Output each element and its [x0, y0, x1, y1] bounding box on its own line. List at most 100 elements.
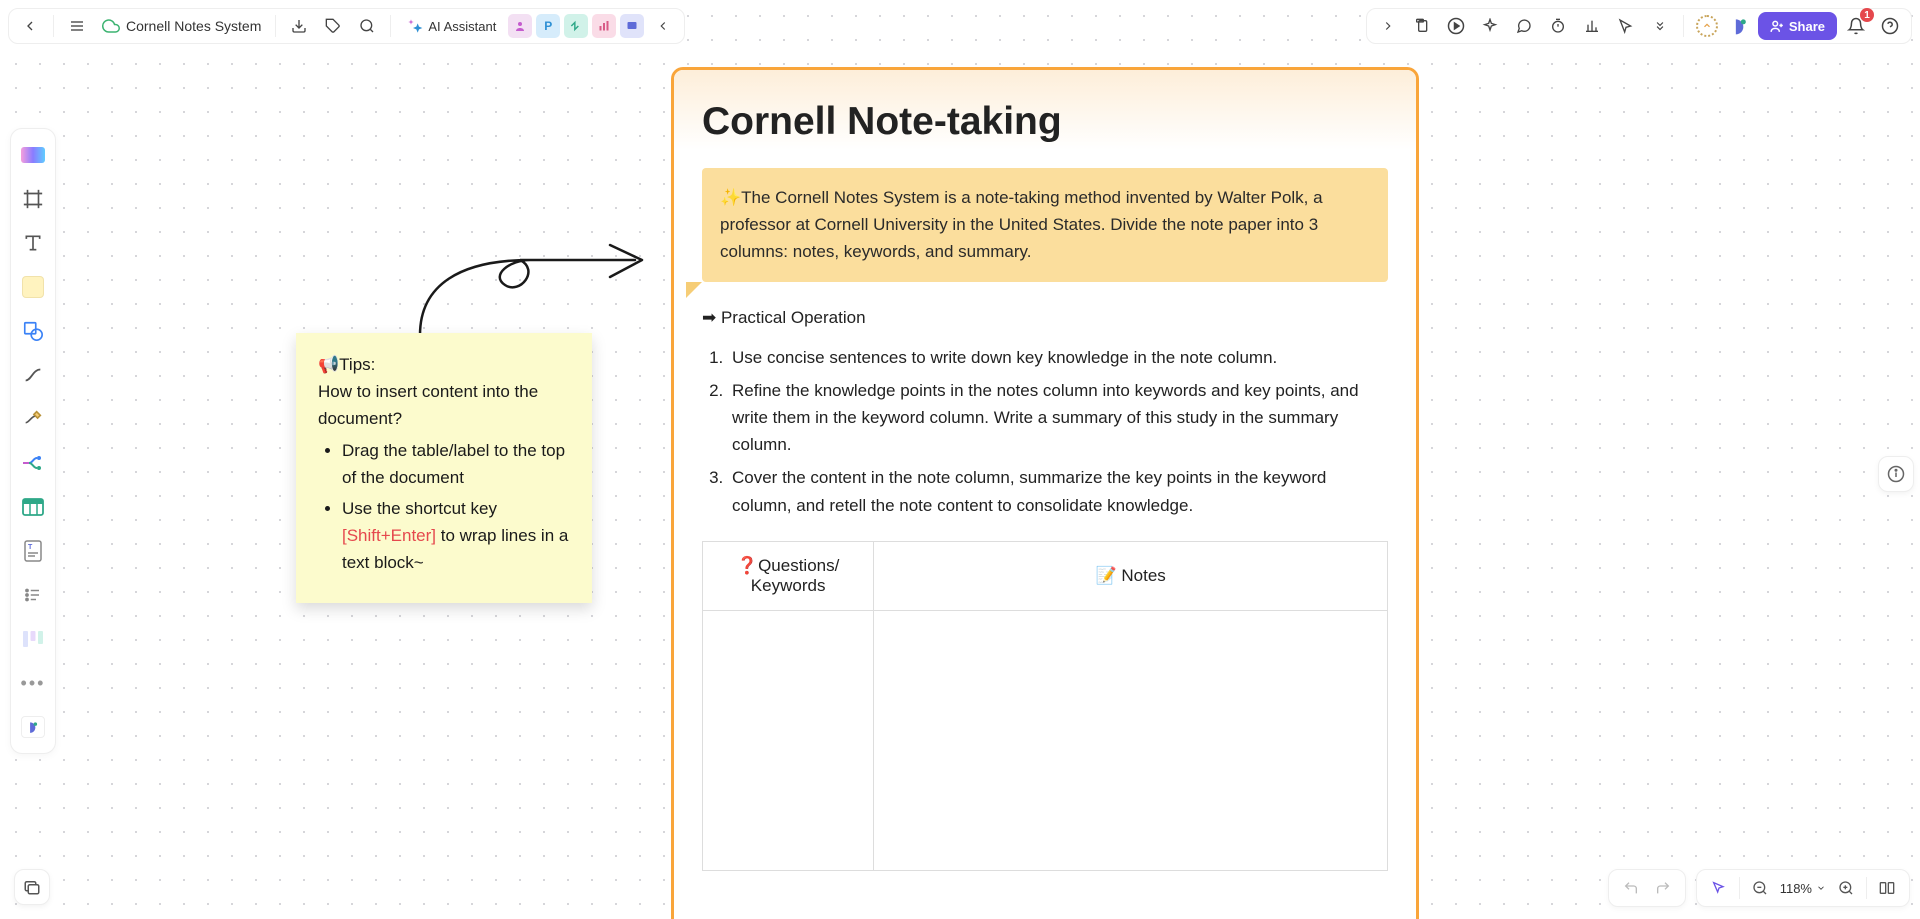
timer-icon [1550, 18, 1566, 34]
search-button[interactable] [352, 11, 382, 41]
boardmix-logo-icon [1730, 16, 1750, 36]
document-tool[interactable]: T [15, 533, 51, 569]
spark-button[interactable] [1475, 11, 1505, 41]
undo-icon [1623, 880, 1639, 896]
tips-sticky-note[interactable]: 📢Tips: How to insert content into the do… [296, 333, 592, 603]
table-icon [22, 498, 44, 516]
comment-button[interactable] [1509, 11, 1539, 41]
zoom-group: 118% [1696, 869, 1910, 907]
sticky-note-tool[interactable] [15, 269, 51, 305]
table-cell-questions[interactable] [703, 610, 874, 870]
frame-tool[interactable] [15, 181, 51, 217]
pointer-mode-button[interactable] [1703, 872, 1735, 904]
help-circle-icon [1881, 17, 1899, 35]
share-label: Share [1789, 19, 1825, 34]
badge-person[interactable] [508, 14, 532, 38]
table-header-questions[interactable]: ❓Questions/ Keywords [703, 541, 874, 610]
pen-tool[interactable] [15, 401, 51, 437]
top-toolbar-right: Share 1 [1366, 8, 1912, 44]
zoom-percent[interactable]: 118% [1776, 881, 1830, 896]
expand-right-button[interactable] [1373, 11, 1403, 41]
mindmap-tool[interactable] [15, 445, 51, 481]
back-button[interactable] [15, 11, 45, 41]
info-circle-icon [1887, 465, 1905, 483]
boardmix-icon [21, 716, 45, 738]
timer-button[interactable] [1543, 11, 1573, 41]
redo-button[interactable] [1647, 872, 1679, 904]
templates-tool[interactable] [15, 137, 51, 173]
table-header-notes[interactable]: 📝 Notes [874, 541, 1388, 610]
download-icon [291, 18, 307, 34]
list-tool[interactable] [15, 577, 51, 613]
chevron-left-small-icon [656, 19, 670, 33]
section-label: ➡ Practical Operation [702, 308, 1388, 328]
double-chevron-icon [1653, 19, 1667, 33]
callout-box: ✨The Cornell Notes System is a note-taki… [702, 168, 1388, 282]
ai-assistant-button[interactable]: AI Assistant [399, 11, 504, 41]
mindmap-icon [21, 455, 45, 471]
spark-icon [1482, 18, 1498, 34]
list-icon [23, 586, 43, 604]
collapse-left-button[interactable] [648, 11, 678, 41]
tag-button[interactable] [318, 11, 348, 41]
cloud-sync-icon [102, 17, 120, 35]
text-icon [23, 233, 43, 253]
shape-icon [22, 320, 44, 342]
badge-p[interactable]: P [536, 14, 560, 38]
document-content: Cornell Note-taking ✨The Cornell Notes S… [702, 100, 1388, 871]
zoom-in-button[interactable] [1830, 872, 1862, 904]
badge-chat[interactable] [620, 14, 644, 38]
minimap-button[interactable] [1871, 872, 1903, 904]
connector-tool[interactable] [15, 357, 51, 393]
more-collapse-button[interactable] [1645, 11, 1675, 41]
chevron-down-icon [1816, 883, 1826, 893]
shape-tool[interactable] [15, 313, 51, 349]
logo-button[interactable] [1726, 11, 1754, 41]
bottom-right-controls: 118% [1608, 869, 1910, 907]
boardmix-tool[interactable] [15, 709, 51, 745]
notifications-button[interactable]: 1 [1841, 11, 1871, 41]
main-document-card[interactable]: Cornell Note-taking ✨The Cornell Notes S… [671, 67, 1419, 919]
more-tools[interactable]: ••• [15, 665, 51, 701]
frame-icon [22, 188, 44, 210]
share-person-icon [1770, 19, 1784, 33]
zoom-out-button[interactable] [1744, 872, 1776, 904]
kanban-icon [22, 630, 44, 648]
svg-text:T: T [28, 544, 33, 551]
history-group [1608, 869, 1686, 907]
info-float-button[interactable] [1878, 456, 1914, 492]
upgrade-button[interactable] [1692, 11, 1722, 41]
redo-icon [1655, 880, 1671, 896]
share-button[interactable]: Share [1758, 12, 1837, 40]
minimap-icon [1878, 880, 1896, 896]
menu-button[interactable] [62, 11, 92, 41]
play-button[interactable] [1441, 11, 1471, 41]
layers-button[interactable] [14, 869, 50, 905]
table-cell-notes[interactable] [874, 610, 1388, 870]
templates-icon [21, 147, 45, 163]
document-title[interactable]: Cornell Notes System [96, 17, 267, 35]
download-button[interactable] [284, 11, 314, 41]
pointer-icon [1711, 880, 1727, 896]
cornell-table[interactable]: ❓Questions/ Keywords 📝 Notes [702, 541, 1388, 871]
vote-button[interactable] [1577, 11, 1607, 41]
comment-icon [1516, 18, 1532, 34]
sticky-subtitle: How to insert content into the document? [318, 378, 570, 432]
undo-button[interactable] [1615, 872, 1647, 904]
sticky-bullet-2: Use the shortcut key [Shift+Enter] to wr… [342, 495, 570, 577]
help-button[interactable] [1875, 11, 1905, 41]
step-2: Refine the knowledge points in the notes… [728, 377, 1388, 459]
badge-chart[interactable] [592, 14, 616, 38]
steps-list: Use concise sentences to write down key … [702, 344, 1388, 519]
connector-icon [22, 364, 44, 386]
top-toolbar-left: Cornell Notes System AI Assistant P [8, 8, 685, 44]
kanban-tool[interactable] [15, 621, 51, 657]
text-tool[interactable] [15, 225, 51, 261]
badge-flow[interactable] [564, 14, 588, 38]
clipboard-button[interactable] [1407, 11, 1437, 41]
table-tool[interactable] [15, 489, 51, 525]
sticky-title: 📢Tips: [318, 351, 570, 378]
cursor-button[interactable] [1611, 11, 1641, 41]
notification-count: 1 [1860, 8, 1874, 22]
layers-icon [23, 878, 41, 896]
